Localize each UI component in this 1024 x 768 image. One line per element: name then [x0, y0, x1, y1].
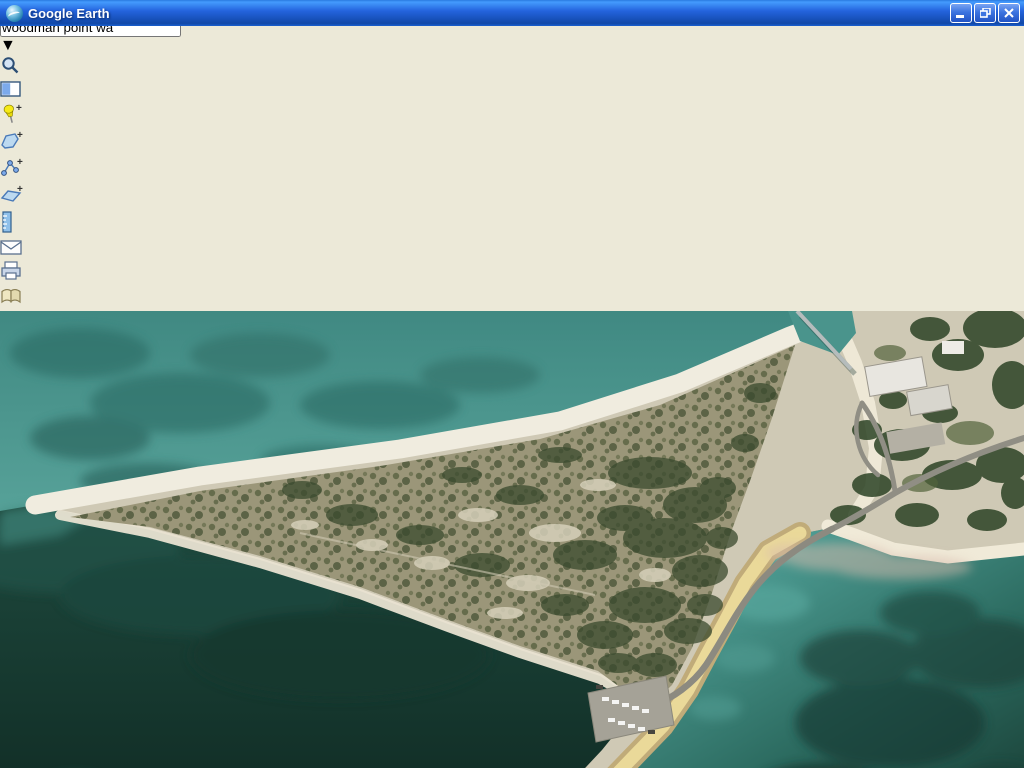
window-title: Google Earth — [28, 6, 110, 21]
email-icon — [0, 238, 22, 256]
add-path-icon: + — [0, 157, 24, 179]
email-button[interactable] — [0, 238, 1024, 261]
close-button[interactable] — [998, 3, 1020, 23]
svg-text:+: + — [17, 157, 23, 168]
satellite-imagery — [0, 311, 1024, 768]
minimize-button[interactable] — [950, 3, 972, 23]
toolbar: ▼ + + + + — [0, 18, 1024, 311]
add-polygon-button[interactable]: + — [0, 130, 1024, 157]
google-earth-window: Google Earth File Edit View Tools Add He… — [0, 0, 1024, 768]
add-placemark-icon: + — [0, 103, 22, 125]
svg-text:+: + — [16, 103, 22, 114]
add-placemark-button[interactable]: + — [0, 103, 1024, 130]
combo-dropdown-arrow-icon[interactable]: ▼ — [0, 37, 1024, 55]
title-bar: Google Earth — [0, 0, 1024, 26]
open-map-book-icon — [0, 286, 24, 306]
map-viewport[interactable]: This didnt exist Groynes started here in… — [0, 311, 1024, 768]
ruler-button[interactable] — [0, 211, 1024, 238]
ruler-icon — [0, 211, 14, 233]
print-icon — [0, 261, 22, 281]
restore-button[interactable] — [974, 3, 996, 23]
add-polygon-icon: + — [0, 130, 24, 152]
search-button[interactable] — [0, 55, 1024, 80]
app-globe-icon — [6, 5, 23, 22]
svg-text:+: + — [17, 130, 23, 141]
magnifier-icon — [0, 55, 20, 75]
add-image-overlay-button[interactable]: + — [0, 184, 1024, 211]
svg-text:+: + — [17, 184, 23, 195]
sidebar-toggle-icon — [0, 80, 22, 98]
add-path-button[interactable]: + — [0, 157, 1024, 184]
add-image-overlay-icon: + — [0, 184, 24, 206]
print-button[interactable] — [0, 261, 1024, 286]
view-in-maps-button[interactable] — [0, 286, 1024, 311]
sidebar-toggle-button[interactable] — [0, 80, 1024, 103]
